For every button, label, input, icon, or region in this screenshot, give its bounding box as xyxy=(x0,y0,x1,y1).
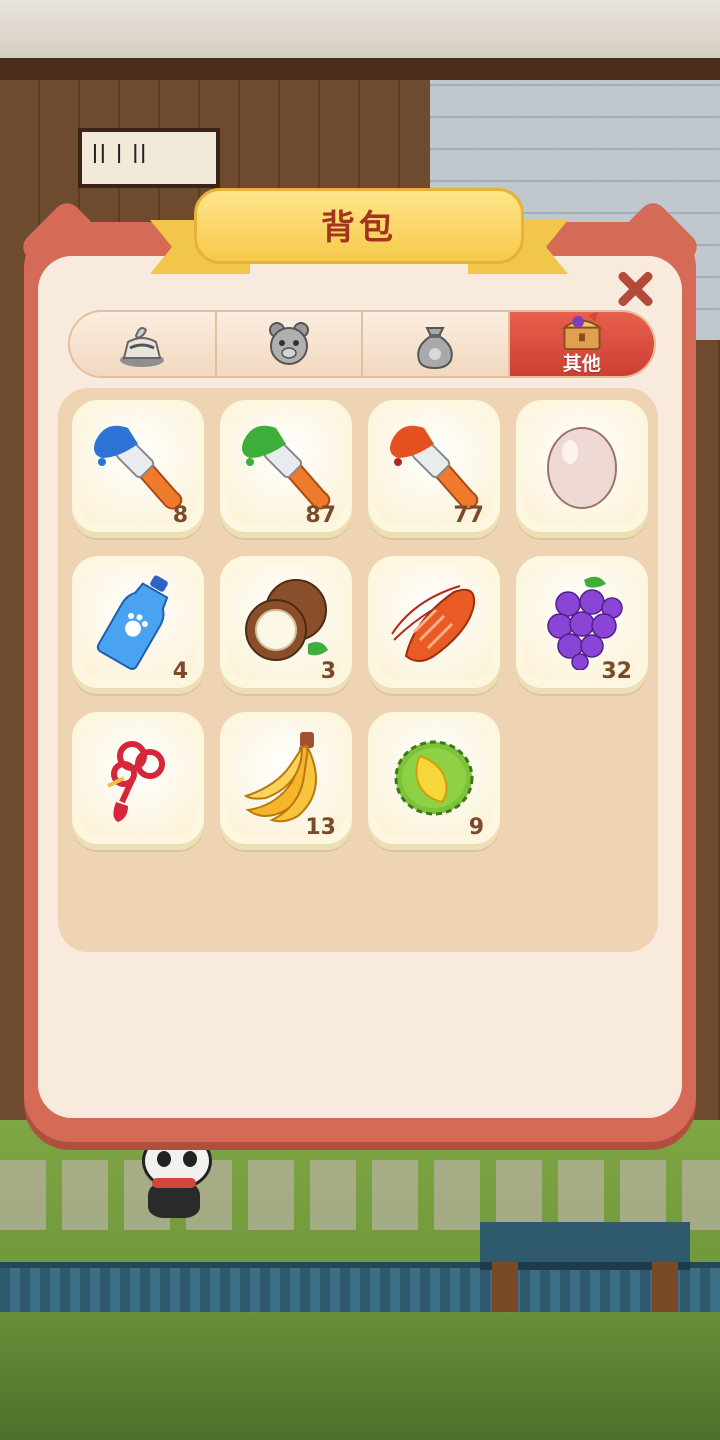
item-slot-lobster[interactable] xyxy=(368,556,500,694)
item-slot-blue-paintbrush[interactable]: 8 xyxy=(72,400,204,538)
tab-sack[interactable] xyxy=(363,312,510,376)
tab-dessert[interactable] xyxy=(70,312,217,376)
item-count: 87 xyxy=(305,503,336,528)
item-slot-coconut[interactable]: 3 xyxy=(220,556,352,694)
item-slot-grapes[interactable]: 32 xyxy=(516,556,648,694)
green-paintbrush-icon xyxy=(242,425,331,510)
egg-icon xyxy=(547,427,617,509)
item-count: 9 xyxy=(468,815,484,840)
item-slot-water-bottle[interactable]: 4 xyxy=(72,556,204,694)
item-count: 32 xyxy=(601,659,632,684)
chinese-knot-icon xyxy=(107,741,165,822)
item-slot-green-paintbrush[interactable]: 87 xyxy=(220,400,352,538)
blue-paintbrush-icon xyxy=(94,425,183,510)
ground xyxy=(0,1312,720,1440)
item-count: 4 xyxy=(172,659,188,684)
tab-other-label: 其他 xyxy=(562,353,601,375)
item-count: 77 xyxy=(453,503,484,528)
dialog-title: 背包 xyxy=(321,208,397,248)
stone-path xyxy=(0,1160,720,1230)
item-slot-chinese-knot[interactable] xyxy=(72,712,204,850)
tab-toys[interactable] xyxy=(216,312,363,376)
coconut-icon xyxy=(245,579,328,661)
item-slot-banana[interactable]: 13 xyxy=(220,712,352,850)
orange-paintbrush-icon xyxy=(390,425,479,510)
title-ribbon: 背包 xyxy=(150,184,568,288)
item-slot-durian[interactable]: 9 xyxy=(368,712,500,850)
items-grid: 8 87 77 4 3 32 13 9 xyxy=(58,388,658,952)
sack-icon xyxy=(417,327,453,370)
water-bottle-icon xyxy=(96,575,169,670)
bear-toy-icon xyxy=(268,322,309,365)
tab-other[interactable]: 其他 xyxy=(509,312,654,376)
panda-character[interactable] xyxy=(136,1132,212,1218)
dessert-icon xyxy=(120,327,165,367)
item-count: 8 xyxy=(172,503,188,528)
close-icon[interactable] xyxy=(614,268,656,310)
calligraphy-scroll: ꟾꟾ ꟾ ꟾꟾ xyxy=(78,128,220,188)
item-slot-orange-paintbrush[interactable]: 77 xyxy=(368,400,500,538)
category-tabs: 其他 xyxy=(68,310,656,378)
item-count: 3 xyxy=(320,659,336,684)
grapes-icon xyxy=(547,576,623,670)
item-count: 13 xyxy=(305,815,336,840)
durian-icon xyxy=(394,740,474,816)
roof xyxy=(0,0,720,80)
item-slot-egg[interactable] xyxy=(516,400,648,538)
treasure-chest-icon xyxy=(561,312,603,351)
lobster-icon xyxy=(391,585,476,662)
banana-icon xyxy=(243,732,317,823)
